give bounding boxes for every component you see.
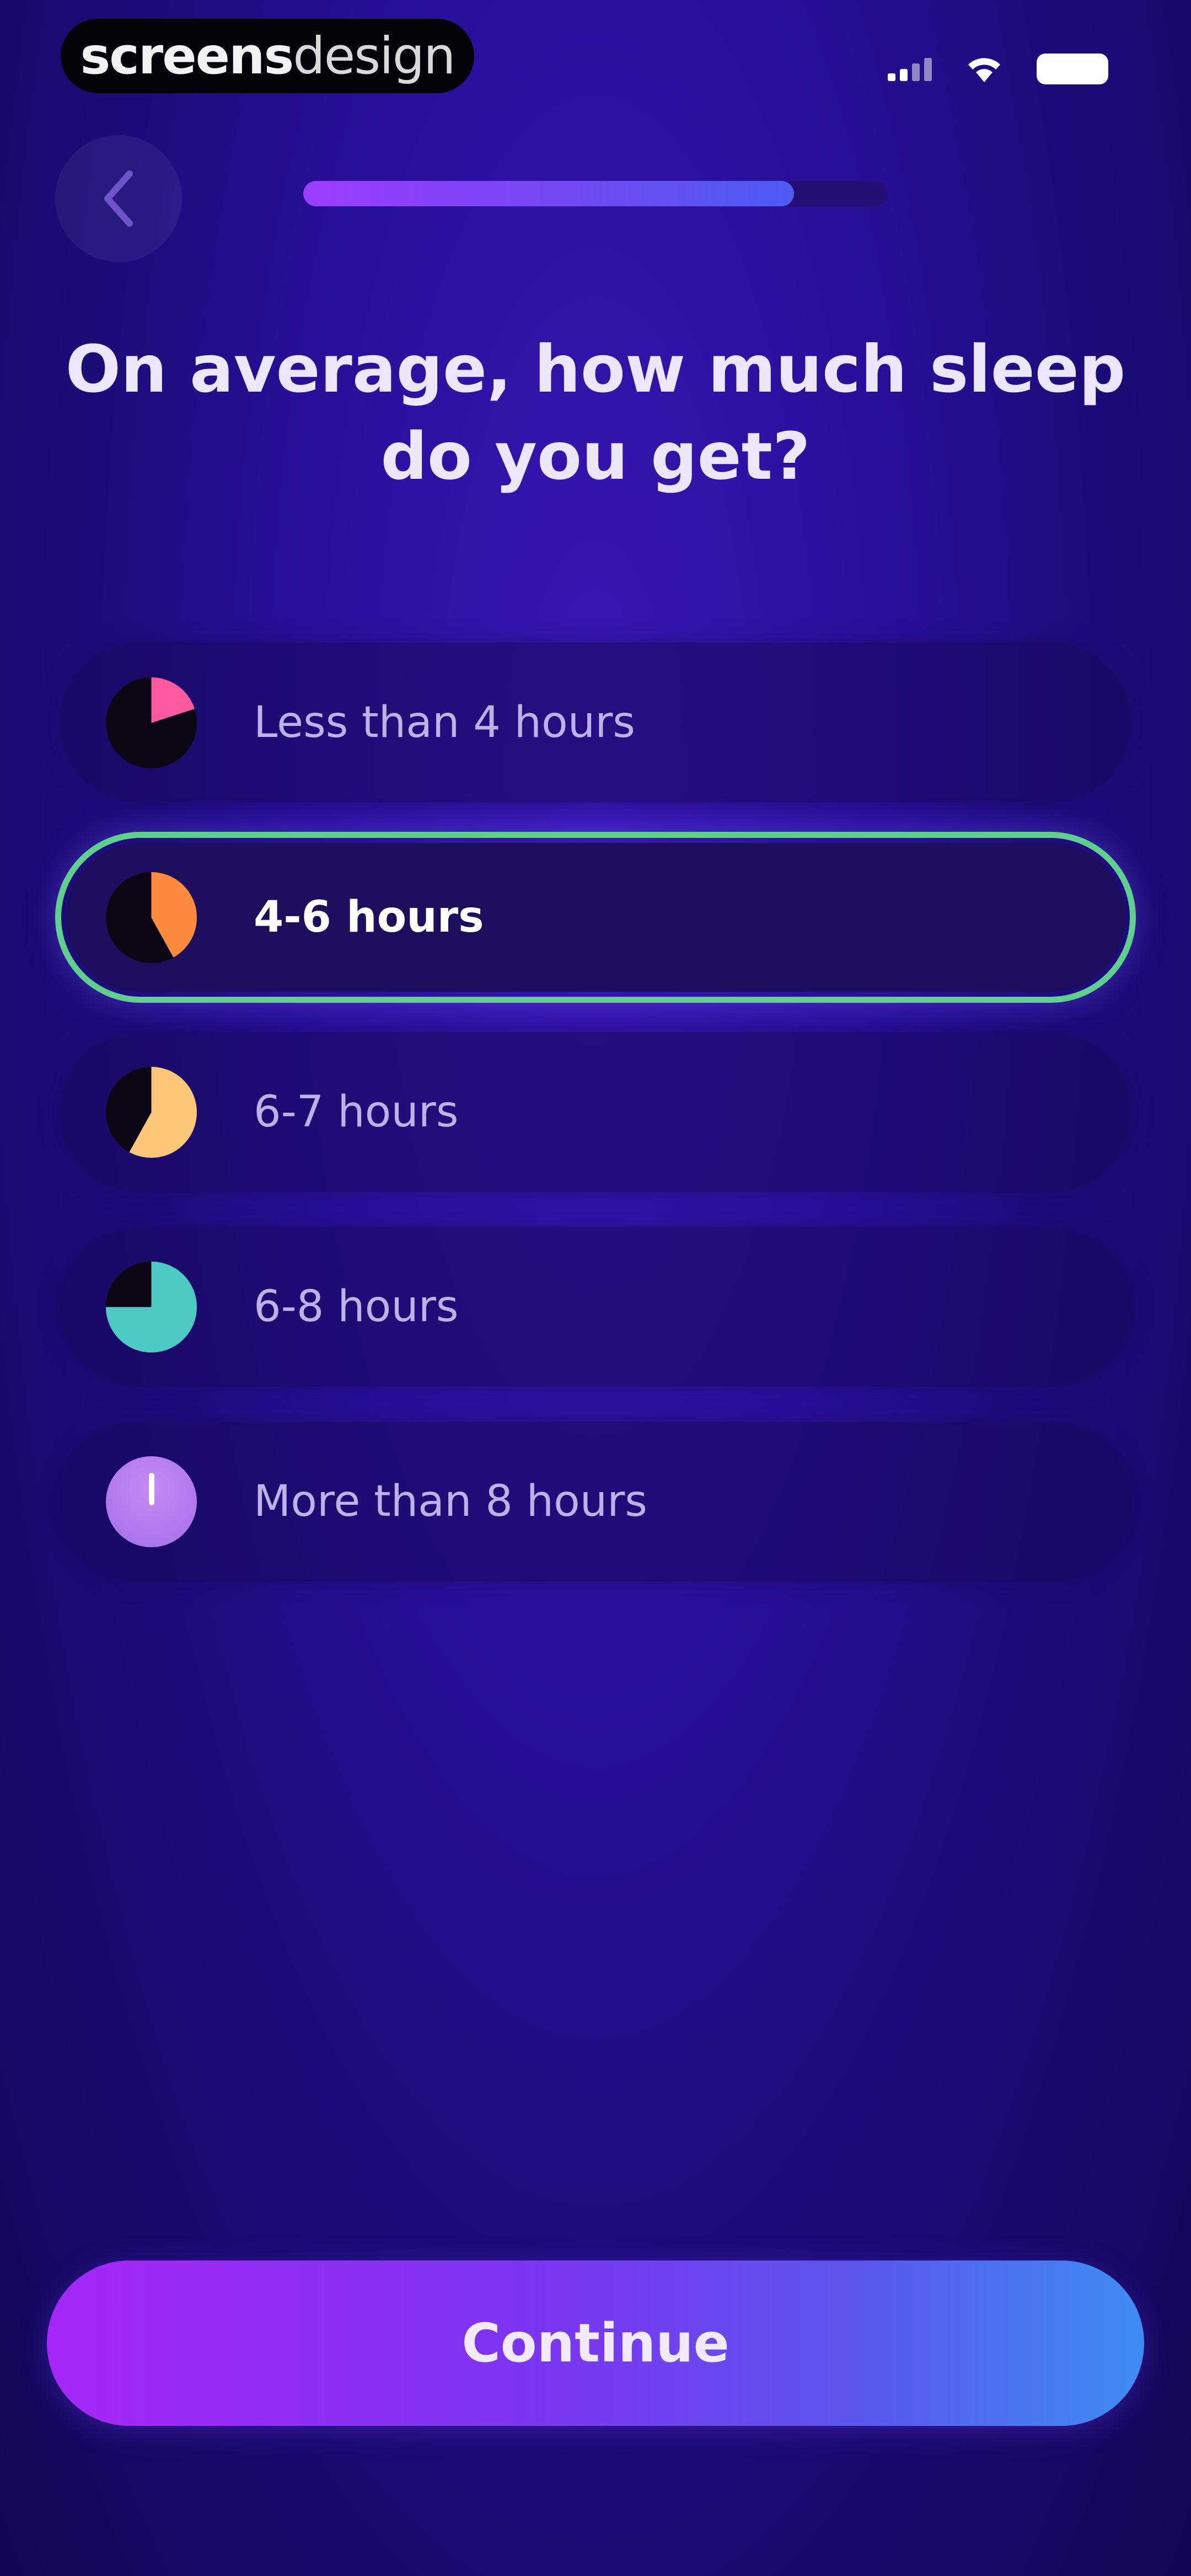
continue-button-label: Continue (462, 2312, 729, 2374)
option-3[interactable]: 6-8 hours (61, 1227, 1130, 1387)
cellular-signal-icon (888, 57, 932, 81)
answer-options: Less than 4 hours 4-6 hours 6-7 hours 6-8 h… (61, 643, 1130, 1616)
option-label: 6-8 hours (254, 1282, 459, 1332)
clock-pie-icon (106, 1456, 197, 1547)
option-label: 6-7 hours (254, 1087, 459, 1137)
option-label: 4-6 hours (254, 892, 484, 942)
option-2[interactable]: 6-7 hours (61, 1032, 1130, 1192)
option-4[interactable]: More than 8 hours (61, 1421, 1130, 1581)
clock-pie-icon (106, 1262, 197, 1353)
option-1[interactable]: 4-6 hours (61, 837, 1130, 997)
option-0[interactable]: Less than 4 hours (61, 643, 1130, 803)
brand-text-light: design (293, 26, 455, 85)
progress-fill (303, 181, 795, 206)
question-title: On average, how much sleep do you get? (65, 331, 1126, 494)
battery-icon (1037, 54, 1108, 84)
progress-bar (303, 181, 888, 206)
clock-pie-icon (106, 872, 197, 963)
wifi-icon (965, 55, 1004, 83)
option-label: Less than 4 hours (254, 698, 635, 747)
screen: screens design On average, how much sleep… (0, 0, 1191, 2576)
chevron-left-icon (104, 170, 133, 227)
brand-text-bold: screens (80, 26, 294, 85)
clock-pie-icon (106, 1067, 197, 1158)
continue-button[interactable]: Continue (47, 2260, 1144, 2426)
brand-watermark: screens design (61, 19, 474, 93)
status-icons (888, 50, 1108, 88)
back-button[interactable] (55, 135, 182, 262)
option-label: More than 8 hours (254, 1477, 647, 1526)
clock-pie-icon (106, 677, 197, 768)
